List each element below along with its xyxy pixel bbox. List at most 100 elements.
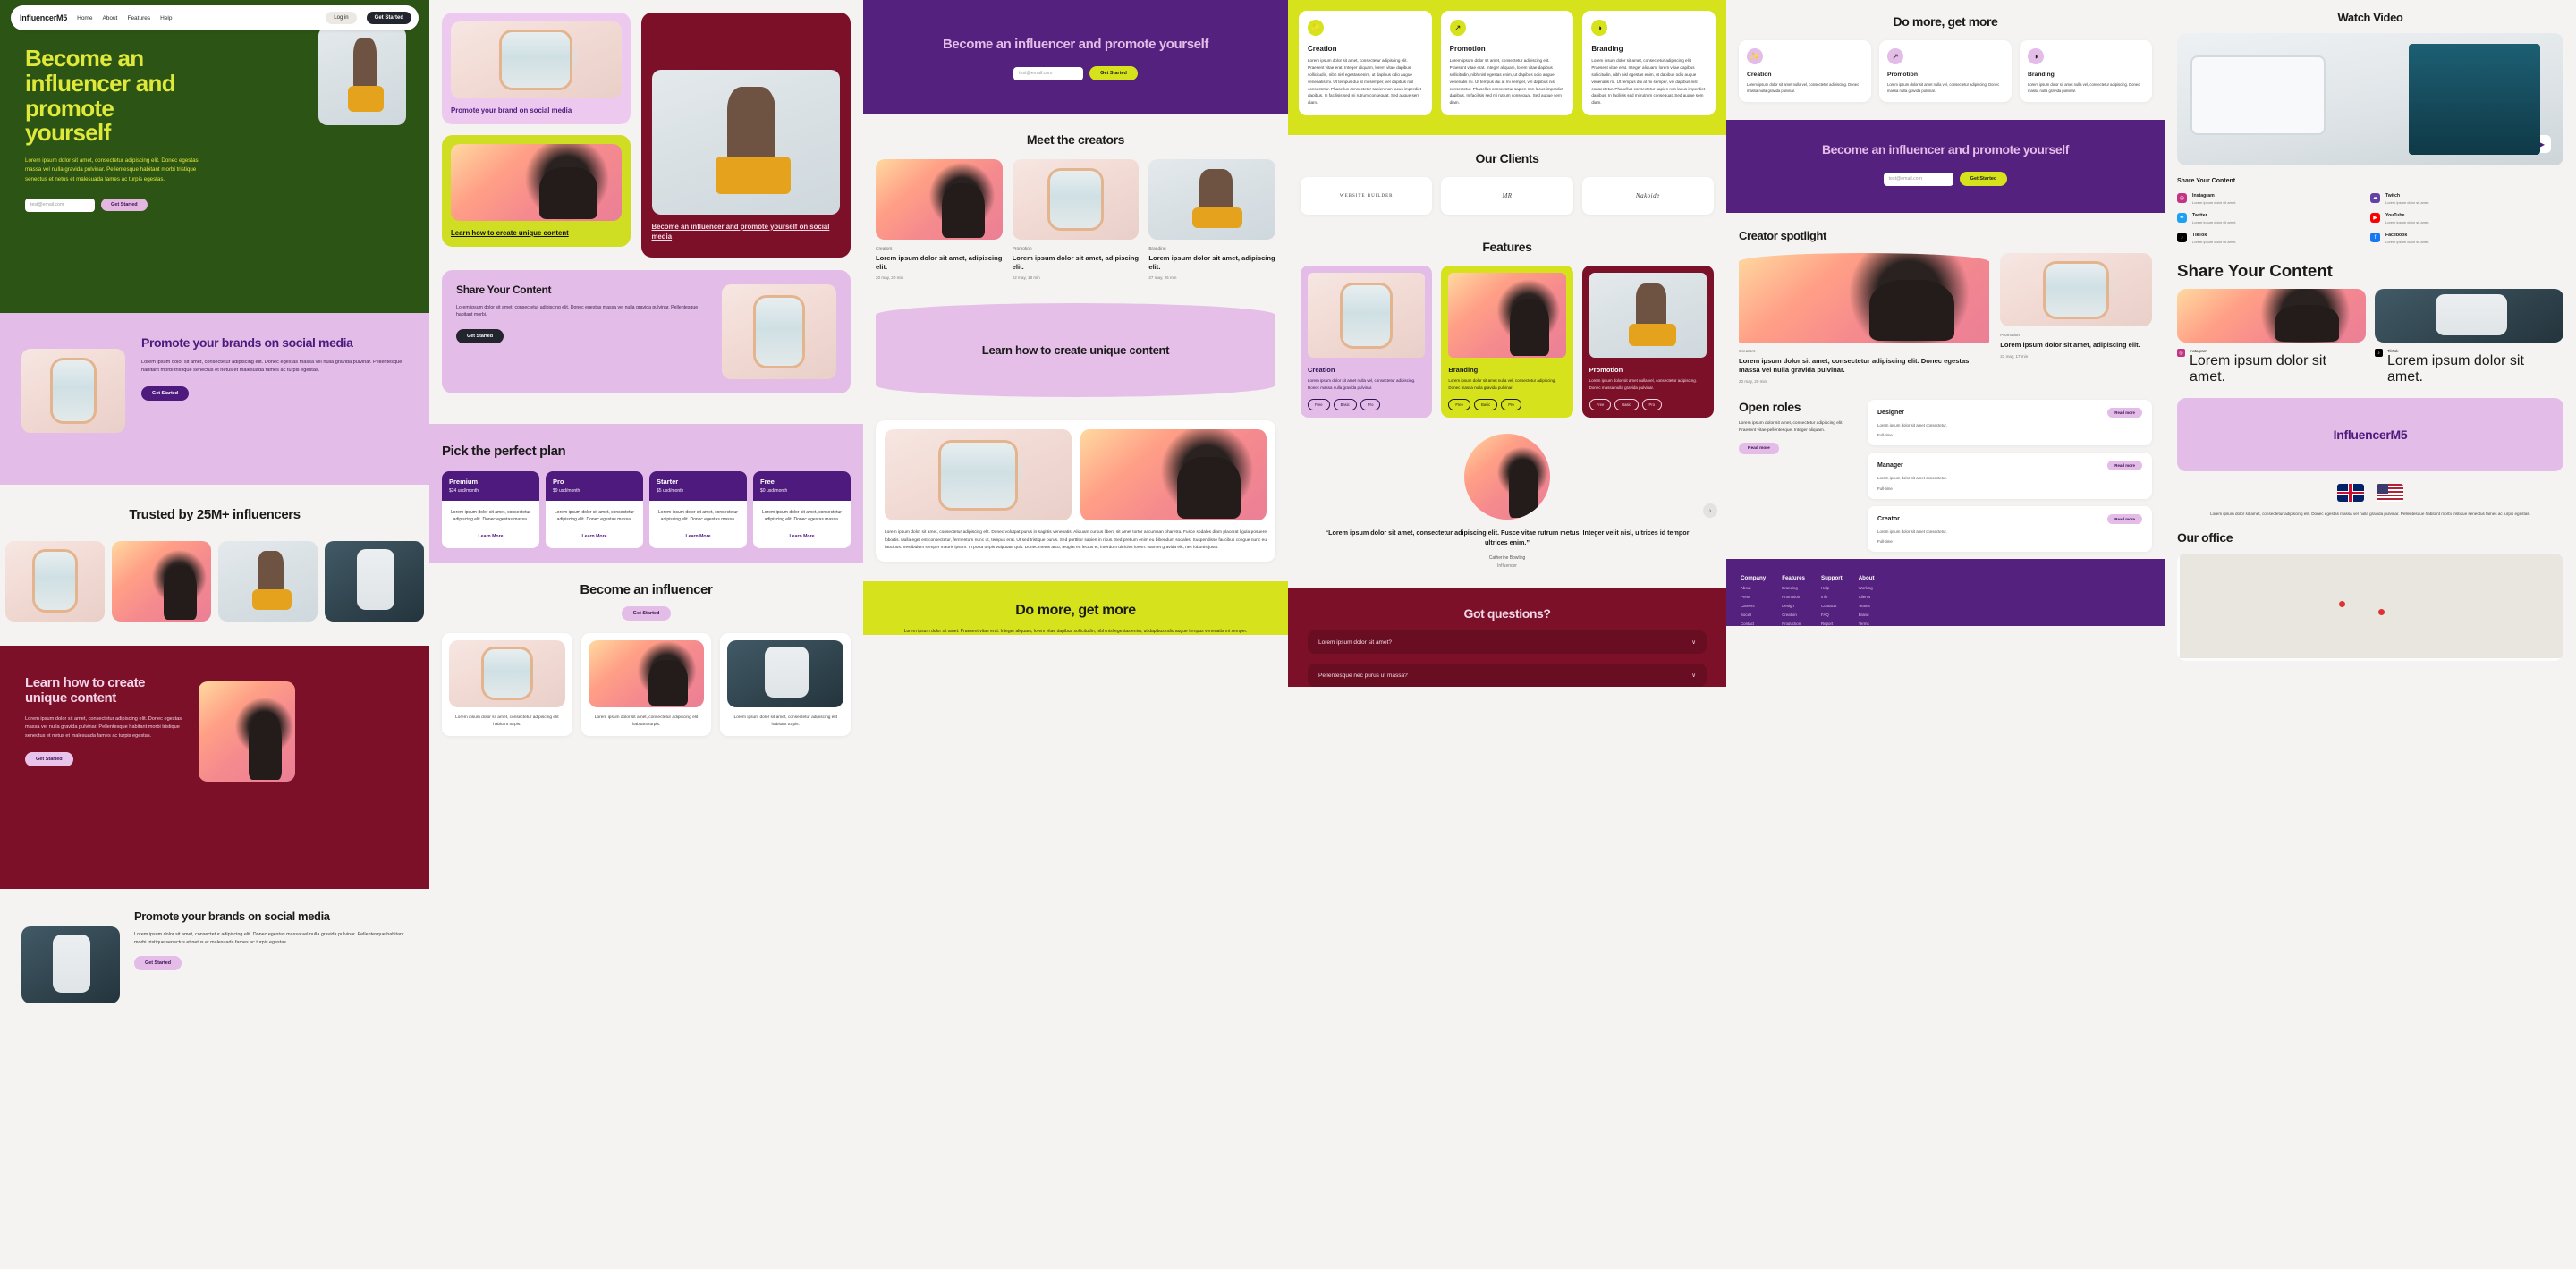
promote2-get-started-button[interactable]: Get Started [134, 956, 182, 971]
hero-email-input[interactable]: test@email.com [25, 198, 95, 212]
nav-link-features[interactable]: Features [127, 15, 150, 21]
client-logo-card[interactable]: MR [1441, 177, 1573, 216]
footer-link[interactable]: Report [1821, 622, 1843, 626]
footer-link[interactable]: Creation [1782, 613, 1805, 617]
us-flag-icon[interactable] [2377, 484, 2403, 502]
footer-link[interactable]: Info [1821, 595, 1843, 599]
spotlight-side-card[interactable]: Promotion Lorem ipsum dolor sit amet, ad… [2000, 253, 2152, 383]
brand-logo[interactable]: InfluencerM5 [20, 13, 67, 22]
chevron-down-icon[interactable]: ∨ [1691, 672, 1696, 679]
social-item-youtube[interactable]: ▶ YouTube Lorem ipsum dolor sit amet. [2370, 213, 2563, 224]
footer-link[interactable]: Branding [1782, 586, 1805, 590]
hero-purple-get-started-button[interactable]: Get Started [1089, 66, 1138, 81]
cta-email-input[interactable]: test@email.com [1883, 172, 1953, 186]
lime-feature-card[interactable]: ✨ Creation Lorem ipsum dolor sit amet, c… [1299, 11, 1432, 116]
social-item-tiktok[interactable]: ♪ TikTok Lorem ipsum dolor sit amet. [2177, 233, 2370, 244]
nav-link-home[interactable]: Home [77, 15, 92, 21]
social-item-twitter[interactable]: ✒ Twitter Lorem ipsum dolor sit amet. [2177, 213, 2370, 224]
feature-card[interactable]: Creation Lorem ipsum dolor sit amet null… [1301, 266, 1433, 419]
role-read-more-button[interactable]: Read more [2107, 513, 2142, 524]
footer-link[interactable]: FAQ [1821, 613, 1843, 617]
become-influencer-card[interactable]: Lorem ipsum dolor sit amet, consectetur … [580, 632, 712, 736]
learn-oval-banner[interactable]: Learn how to create unique content [876, 303, 1275, 398]
plan-learn-more-link[interactable]: Learn More [449, 534, 532, 539]
pricing-plan-card[interactable]: Free $0 usd/month Lorem ipsum dolor sit … [753, 471, 851, 548]
creator-card[interactable]: Creators Lorem ipsum dolor sit amet, adi… [876, 159, 1003, 280]
plan-learn-more-link[interactable]: Learn More [657, 534, 740, 539]
role-card[interactable]: Manager Read more Lorem ipsum dolor sit … [1868, 453, 2152, 499]
plan-learn-more-link[interactable]: Learn More [553, 534, 636, 539]
gallery-item-tiktok[interactable]: ♪ TikTok Lorem ipsum dolor sit amet. [2375, 349, 2563, 385]
feature-tag[interactable]: Basic [1614, 399, 1639, 411]
do-more-card[interactable]: ↗ Promotion Lorem ipsum dolor sit amet n… [1879, 40, 2012, 103]
role-card[interactable]: Designer Read more Lorem ipsum dolor sit… [1868, 399, 2152, 446]
footer-link[interactable]: Press [1741, 595, 1766, 599]
footer-link[interactable]: Production [1782, 622, 1805, 626]
pricing-plan-card[interactable]: Premium $24 usd/month Lorem ipsum dolor … [442, 471, 539, 548]
footer-link[interactable]: Brand [1859, 613, 1875, 617]
feature-card[interactable]: Promotion Lorem ipsum dolor sit amet nul… [1581, 266, 1714, 419]
chevron-down-icon[interactable]: ∨ [1691, 639, 1696, 646]
feature-tag[interactable]: Basic [1473, 399, 1498, 411]
footer-link[interactable]: Careers [1741, 604, 1766, 608]
link-card-label[interactable]: Learn how to create unique content [451, 228, 622, 238]
office-map[interactable] [2177, 553, 2563, 661]
learn-get-started-button[interactable]: Get Started [25, 751, 73, 766]
footer-link[interactable]: Promotion [1782, 595, 1805, 599]
social-item-facebook[interactable]: f Facebook Lorem ipsum dolor sit amet. [2370, 233, 2563, 244]
plan-learn-more-link[interactable]: Learn More [760, 534, 843, 539]
play-icon[interactable]: ▶ [2533, 135, 2551, 153]
footer-link[interactable]: Working [1859, 586, 1875, 590]
link-card-label[interactable]: Become an influencer and promote yoursel… [652, 222, 841, 241]
client-logo-card[interactable]: Nakoide [1581, 177, 1714, 216]
feature-tag[interactable]: Pro [1360, 399, 1381, 411]
footer-link[interactable]: Teams [1859, 604, 1875, 608]
creator-card[interactable]: Branding Lorem ipsum dolor sit amet, adi… [1148, 159, 1276, 280]
nav-link-help[interactable]: Help [160, 15, 172, 21]
social-item-instagram[interactable]: ◎ Instagram Lorem ipsum dolor sit amet. [2177, 193, 2370, 205]
link-card-learn[interactable]: Learn how to create unique content [442, 135, 631, 248]
pricing-plan-card[interactable]: Starter $5 usd/month Lorem ipsum dolor s… [649, 471, 747, 548]
feature-card[interactable]: Branding Lorem ipsum dolor sit amet null… [1441, 266, 1573, 419]
role-read-more-button[interactable]: Read more [2107, 407, 2142, 418]
role-card[interactable]: Creator Read more Lorem ipsum dolor sit … [1868, 505, 2152, 553]
become-influencer-card[interactable]: Lorem ipsum dolor sit amet, consectetur … [442, 632, 572, 736]
footer-link[interactable]: Help [1821, 586, 1843, 590]
feature-tag[interactable]: Free [1308, 399, 1330, 411]
pricing-plan-card[interactable]: Pro $9 usd/month Lorem ipsum dolor sit a… [546, 471, 643, 548]
share-get-started-button[interactable]: Get Started [456, 329, 504, 344]
feature-tag[interactable]: Free [1448, 399, 1470, 411]
footer-link[interactable]: Contact [1741, 622, 1766, 626]
footer-link[interactable]: Terms [1859, 622, 1875, 626]
open-roles-read-more-button[interactable]: Read more [1739, 443, 1779, 455]
lime-feature-card[interactable]: ↗ Promotion Lorem ipsum dolor sit amet, … [1440, 11, 1574, 116]
spotlight-main-card[interactable]: Creators Lorem ipsum dolor sit amet, con… [1739, 253, 1990, 384]
feature-tag[interactable]: Pro [1641, 399, 1663, 411]
video-thumbnail[interactable]: ▶ [2177, 33, 2563, 165]
login-button[interactable]: Log in [326, 12, 357, 24]
hero-purple-email-input[interactable]: test@email.com [1013, 66, 1084, 80]
link-card-promote[interactable]: Promote your brand on social media [442, 13, 631, 125]
faq-item[interactable]: Pellentesque nec purus ut massa? ∨ [1308, 664, 1707, 688]
cta-get-started-button[interactable]: Get Started [1959, 172, 2008, 187]
become-influencer-cta[interactable]: Get Started [621, 605, 672, 621]
uk-flag-icon[interactable] [2337, 484, 2364, 502]
feature-tag[interactable]: Basic [1333, 399, 1357, 411]
creator-card[interactable]: Promotion Lorem ipsum dolor sit amet, ad… [1012, 159, 1140, 280]
chevron-right-icon[interactable]: › [1703, 503, 1717, 519]
link-card-become[interactable]: Become an influencer and promote yoursel… [640, 13, 851, 258]
become-influencer-card[interactable]: Lorem ipsum dolor sit amet, consectetur … [720, 632, 852, 736]
footer-link[interactable]: Design [1782, 604, 1805, 608]
gallery-item-instagram[interactable]: ◎ Instagram Lorem ipsum dolor sit amet. [2177, 349, 2366, 385]
footer-link[interactable]: Clients [1859, 595, 1875, 599]
social-item-twitch[interactable]: ▰ Twitch Lorem ipsum dolor sit amet. [2370, 193, 2563, 205]
do-more-card[interactable]: ✨ Creation Lorem ipsum dolor sit amet nu… [1739, 40, 1871, 103]
get-started-button[interactable]: Get Started [366, 12, 411, 24]
link-card-label[interactable]: Promote your brand on social media [451, 106, 622, 115]
footer-link[interactable]: Contacts [1821, 604, 1843, 608]
do-more-card[interactable]: ◑ Branding Lorem ipsum dolor sit amet nu… [2020, 40, 2152, 103]
footer-link[interactable]: About [1741, 586, 1766, 590]
client-logo-card[interactable]: WEBSITE BUILDER [1301, 177, 1433, 216]
faq-item[interactable]: Lorem ipsum dolor sit amet? ∨ [1308, 630, 1707, 655]
feature-tag[interactable]: Free [1589, 399, 1612, 411]
